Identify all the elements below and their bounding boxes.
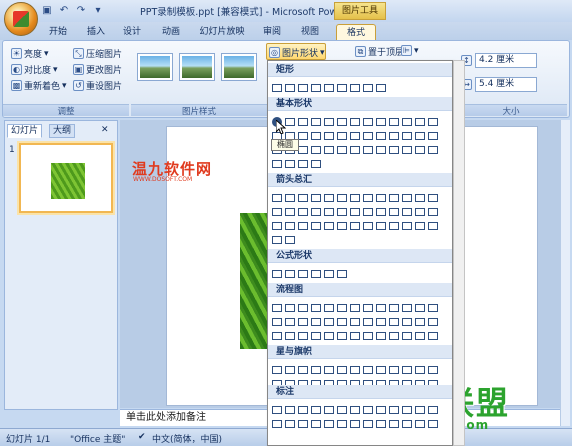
- language[interactable]: 中文(简体，中国): [152, 432, 222, 445]
- theme-name: "Office 主题": [70, 435, 126, 445]
- quick-access-toolbar: ▣ ↶ ↷ ▾: [40, 3, 105, 19]
- mouse-cursor-icon: [276, 120, 286, 134]
- shape-row[interactable]: [271, 316, 439, 328]
- tab-outline[interactable]: 大纲: [49, 124, 76, 138]
- tab-slideshow[interactable]: 幻灯片放映: [196, 24, 248, 40]
- save-icon[interactable]: ▣: [40, 4, 54, 18]
- tab-view[interactable]: 视图: [296, 24, 324, 40]
- office-button[interactable]: [4, 2, 38, 36]
- tab-format[interactable]: 格式: [336, 24, 376, 40]
- recolor-icon: ▩: [11, 80, 22, 91]
- shape-row[interactable]: [271, 82, 387, 94]
- office-logo-icon: [13, 11, 29, 27]
- customize-qat-icon[interactable]: ▾: [91, 4, 105, 18]
- tab-home[interactable]: 开始: [44, 24, 72, 40]
- tab-animation[interactable]: 动画: [157, 24, 185, 40]
- tab-slides[interactable]: 幻灯片: [7, 124, 43, 138]
- shape-row[interactable]: [271, 302, 439, 314]
- redo-icon[interactable]: ↷: [74, 4, 88, 18]
- height-field[interactable]: 4.2 厘米: [475, 53, 537, 68]
- picture-shape-button[interactable]: ◎ 图片形状 ▾: [266, 43, 326, 60]
- gallery-scrollbar[interactable]: [453, 60, 465, 446]
- shape-row[interactable]: [271, 404, 439, 416]
- ribbon-tabs: 开始 插入 设计 动画 幻灯片放映 审阅 视图 格式: [0, 22, 572, 40]
- brightness-icon: ☀: [11, 48, 22, 59]
- window-title: PPT录制模板.ppt [兼容模式] - Microsoft PowerP...: [140, 7, 361, 18]
- shape-tooltip: 椭圆: [271, 139, 299, 151]
- shape-row[interactable]: [271, 418, 439, 430]
- tab-design[interactable]: 设计: [118, 24, 146, 40]
- compress-icon: ⤡: [73, 48, 84, 59]
- slide-info: 幻灯片 1/1: [6, 435, 51, 445]
- section-equation-shapes: 公式形状: [268, 249, 452, 263]
- adjust-group-label: 调整: [3, 104, 129, 117]
- shape-row[interactable]: [271, 234, 296, 246]
- shape-row[interactable]: [271, 364, 439, 376]
- shape-row[interactable]: [271, 158, 322, 170]
- close-pane-icon[interactable]: ✕: [101, 125, 109, 135]
- brightness-button[interactable]: ☀ 亮度 ▾: [11, 47, 49, 60]
- change-picture-icon: ▣: [73, 64, 84, 75]
- undo-icon[interactable]: ↶: [57, 4, 71, 18]
- align-button[interactable]: ⊫ ▾: [401, 45, 419, 56]
- picture-style-1[interactable]: [137, 53, 173, 81]
- tab-review[interactable]: 审阅: [258, 24, 286, 40]
- picture-styles-group-label: 图片样式: [131, 104, 267, 117]
- watermark-site-url: WWW.DOSOFT.COM: [133, 176, 193, 183]
- slide-number: 1: [9, 145, 15, 155]
- section-stars-banners: 星与旗帜: [268, 345, 452, 359]
- change-picture-button[interactable]: ▣ 更改图片: [73, 63, 122, 76]
- picture-style-3[interactable]: [221, 53, 257, 81]
- picture-tools-context-title: 图片工具: [334, 2, 386, 20]
- reset-picture-icon: ↺: [73, 80, 84, 91]
- compress-picture-button[interactable]: ⤡ 压缩图片: [73, 47, 122, 60]
- leaf-thumbnail-image: [51, 163, 85, 199]
- slides-pane: 幻灯片 大纲 ✕ 1: [4, 120, 118, 410]
- slide-thumbnail[interactable]: [19, 143, 113, 213]
- leaf-picture[interactable]: [240, 213, 268, 349]
- shape-row[interactable]: [271, 330, 439, 342]
- shape-row[interactable]: [271, 192, 439, 204]
- align-icon: ⊫: [401, 45, 412, 56]
- contrast-button[interactable]: ◐ 对比度 ▾: [11, 63, 58, 76]
- section-rectangles: 矩形: [268, 63, 452, 77]
- shape-row[interactable]: [271, 268, 348, 280]
- tab-insert[interactable]: 插入: [82, 24, 110, 40]
- picture-shape-icon: ◎: [269, 47, 280, 58]
- recolor-button[interactable]: ▩ 重新着色 ▾: [11, 79, 67, 92]
- width-field[interactable]: 5.4 厘米: [475, 77, 537, 92]
- shape-row[interactable]: [271, 116, 439, 128]
- contrast-icon: ◐: [11, 64, 22, 75]
- shape-row[interactable]: [271, 206, 439, 218]
- bring-front-icon: ⧉: [355, 46, 366, 57]
- shape-row[interactable]: [271, 220, 439, 232]
- spellcheck-icon[interactable]: ✔: [138, 432, 146, 442]
- picture-style-2[interactable]: [179, 53, 215, 81]
- size-group-label: 大小: [455, 104, 567, 117]
- reset-picture-button[interactable]: ↺ 重设图片: [73, 79, 122, 92]
- vertical-scrollbar[interactable]: [560, 120, 570, 426]
- section-block-arrows: 箭头总汇: [268, 173, 452, 187]
- picture-shape-gallery[interactable]: 矩形 基本形状 箭头总汇 公式形状 流程图 星与旗帜 标注: [267, 60, 453, 446]
- section-callouts: 标注: [268, 385, 452, 399]
- section-flowchart: 流程图: [268, 283, 452, 297]
- section-basic-shapes: 基本形状: [268, 97, 452, 111]
